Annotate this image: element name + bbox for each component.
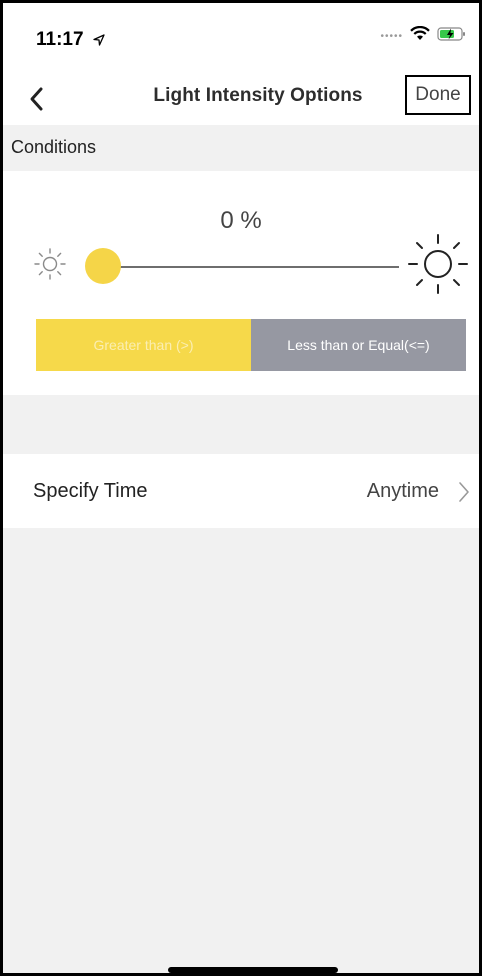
segment-less-or-equal[interactable]: Less than or Equal(<=): [251, 319, 466, 371]
segment-greater-than[interactable]: Greater than (>): [36, 319, 251, 371]
conditions-label: Conditions: [11, 137, 97, 157]
wifi-icon: [410, 25, 430, 40]
phone-screen: 11:17 ••••• Light Intensity Options Done…: [0, 0, 482, 976]
conditions-section-header: Conditions: [3, 125, 479, 171]
status-bar: 11:17 •••••: [3, 3, 479, 73]
battery-charging-icon: [437, 26, 465, 41]
done-button[interactable]: Done: [405, 75, 471, 115]
back-button[interactable]: [25, 81, 55, 117]
status-icons: •••••: [380, 25, 467, 42]
chevron-left-icon: [30, 87, 43, 111]
status-time-text: 11:17: [36, 29, 84, 50]
sun-small-icon: [34, 248, 66, 280]
slider-track[interactable]: [101, 266, 399, 268]
chevron-right-icon: [459, 482, 469, 502]
page-title: Light Intensity Options: [153, 85, 363, 106]
signal-dots-icon: •••••: [380, 31, 403, 42]
comparison-segmented-control: Greater than (>) Less than or Equal(<=): [36, 319, 466, 371]
navigation-bar: Light Intensity Options Done: [3, 73, 479, 125]
slider-thumb[interactable]: [85, 248, 121, 284]
home-indicator[interactable]: [168, 967, 338, 973]
sun-large-icon: [408, 234, 468, 294]
conditions-card: 0 % Greater than (>) Less than or Equal(…: [3, 171, 479, 395]
location-arrow-icon: [93, 34, 105, 46]
specify-time-row[interactable]: Specify Time Anytime: [3, 454, 479, 528]
specify-time-value: Anytime: [366, 480, 439, 502]
status-time: 11:17: [36, 29, 105, 51]
specify-time-label: Specify Time: [33, 480, 148, 502]
